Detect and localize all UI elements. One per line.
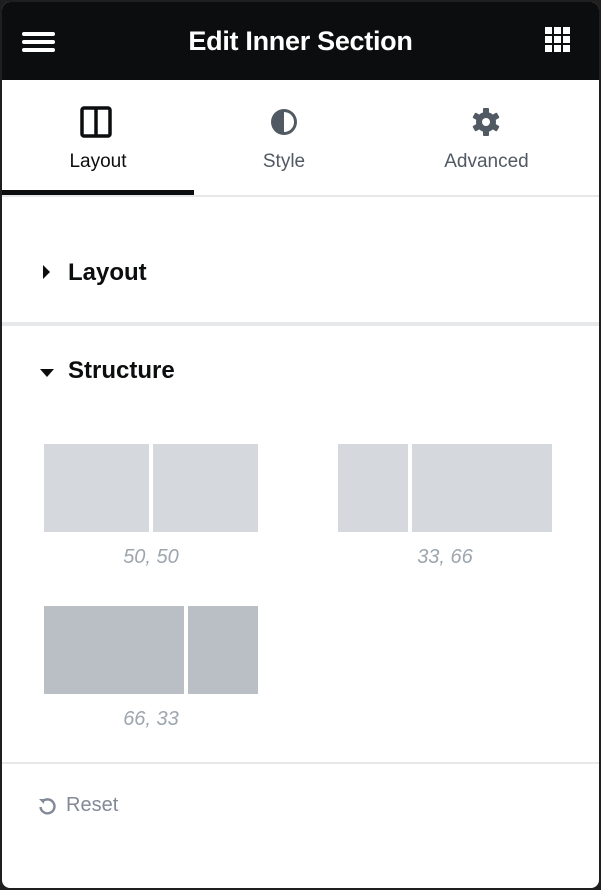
structure-option-33-66[interactable]: 33, 66 — [338, 444, 552, 574]
column-preview — [338, 444, 408, 532]
column-preview — [153, 444, 258, 532]
column-preview — [44, 606, 184, 694]
tab-label: Style — [262, 151, 306, 172]
panel-title: Edit Inner Section — [188, 26, 413, 56]
section-divider — [2, 322, 599, 326]
column-preview — [44, 444, 149, 532]
structure-option-66-33[interactable]: 66, 33 — [44, 606, 258, 736]
structure-option-50-50[interactable]: 50, 50 — [44, 444, 258, 574]
tab-layout[interactable]: Layout — [2, 80, 194, 195]
column-preview — [412, 444, 552, 532]
reset-label: Reset — [66, 794, 119, 816]
panel-tabs: Layout Style Advanced — [2, 80, 599, 197]
gear-icon — [472, 108, 500, 136]
tab-advanced[interactable]: Advanced — [374, 80, 599, 193]
grid-apps-icon[interactable] — [545, 27, 573, 55]
half-circle-contrast-icon — [271, 109, 297, 135]
tab-label: Layout — [69, 151, 127, 172]
tab-style[interactable]: Style — [194, 80, 374, 193]
structure-option-label: 66, 33 — [123, 708, 179, 730]
tab-label: Advanced — [444, 151, 529, 172]
caret-right-icon — [43, 265, 50, 279]
caret-down-icon — [40, 369, 54, 377]
section-title: Structure — [68, 357, 175, 384]
edit-inner-section-panel: Edit Inner Section Layout Style Advanced… — [2, 2, 599, 888]
undo-icon — [39, 798, 56, 815]
section-title: Layout — [68, 259, 147, 286]
active-tab-indicator — [2, 190, 194, 195]
footer-divider — [2, 762, 599, 764]
section-structure-toggle[interactable]: Structure — [2, 350, 599, 394]
section-layout-toggle[interactable]: Layout — [2, 252, 599, 296]
panel-header: Edit Inner Section — [2, 2, 599, 80]
columns-layout-icon — [80, 106, 112, 138]
column-preview — [188, 606, 258, 694]
structure-option-label: 33, 66 — [417, 546, 473, 568]
structure-option-label: 50, 50 — [123, 546, 179, 568]
